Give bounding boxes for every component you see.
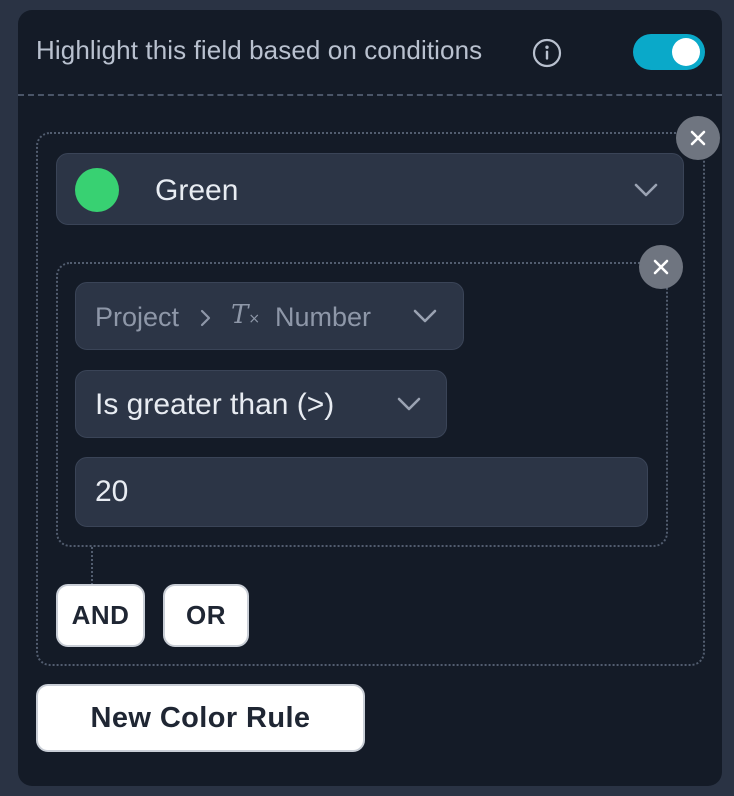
- condition-value-input[interactable]: [75, 457, 648, 527]
- new-color-rule-button[interactable]: New Color Rule: [36, 684, 365, 752]
- header-title: Highlight this field based on conditions: [36, 35, 483, 65]
- operator-label: Is greater than (>): [95, 388, 335, 421]
- field-path-parent: Project: [95, 302, 180, 332]
- close-icon: [690, 130, 706, 146]
- close-icon: [653, 259, 669, 275]
- chevron-down-icon: [634, 183, 658, 197]
- text-format-icon: T×: [231, 300, 261, 330]
- or-button[interactable]: OR: [163, 584, 249, 647]
- toggle-knob: [672, 38, 700, 66]
- color-swatch: [75, 168, 119, 212]
- and-button[interactable]: AND: [56, 584, 145, 647]
- color-select[interactable]: Green: [56, 153, 684, 225]
- operator-select[interactable]: Is greater than (>): [75, 370, 447, 438]
- field-path-name: Number: [275, 302, 372, 332]
- color-label: Green: [155, 174, 239, 207]
- remove-rule-button[interactable]: [676, 116, 720, 160]
- conditional-formatting-panel: Highlight this field based on conditions…: [18, 10, 722, 786]
- field-select[interactable]: Project T× Number: [75, 282, 464, 350]
- condition-connector-line: [91, 547, 93, 585]
- chevron-right-icon: [200, 309, 211, 327]
- highlight-toggle[interactable]: [633, 34, 705, 70]
- panel-header: Highlight this field based on conditions: [18, 10, 722, 96]
- info-icon[interactable]: [532, 38, 562, 68]
- chevron-down-icon: [397, 397, 421, 411]
- remove-condition-button[interactable]: [639, 245, 683, 289]
- chevron-down-icon: [413, 309, 437, 323]
